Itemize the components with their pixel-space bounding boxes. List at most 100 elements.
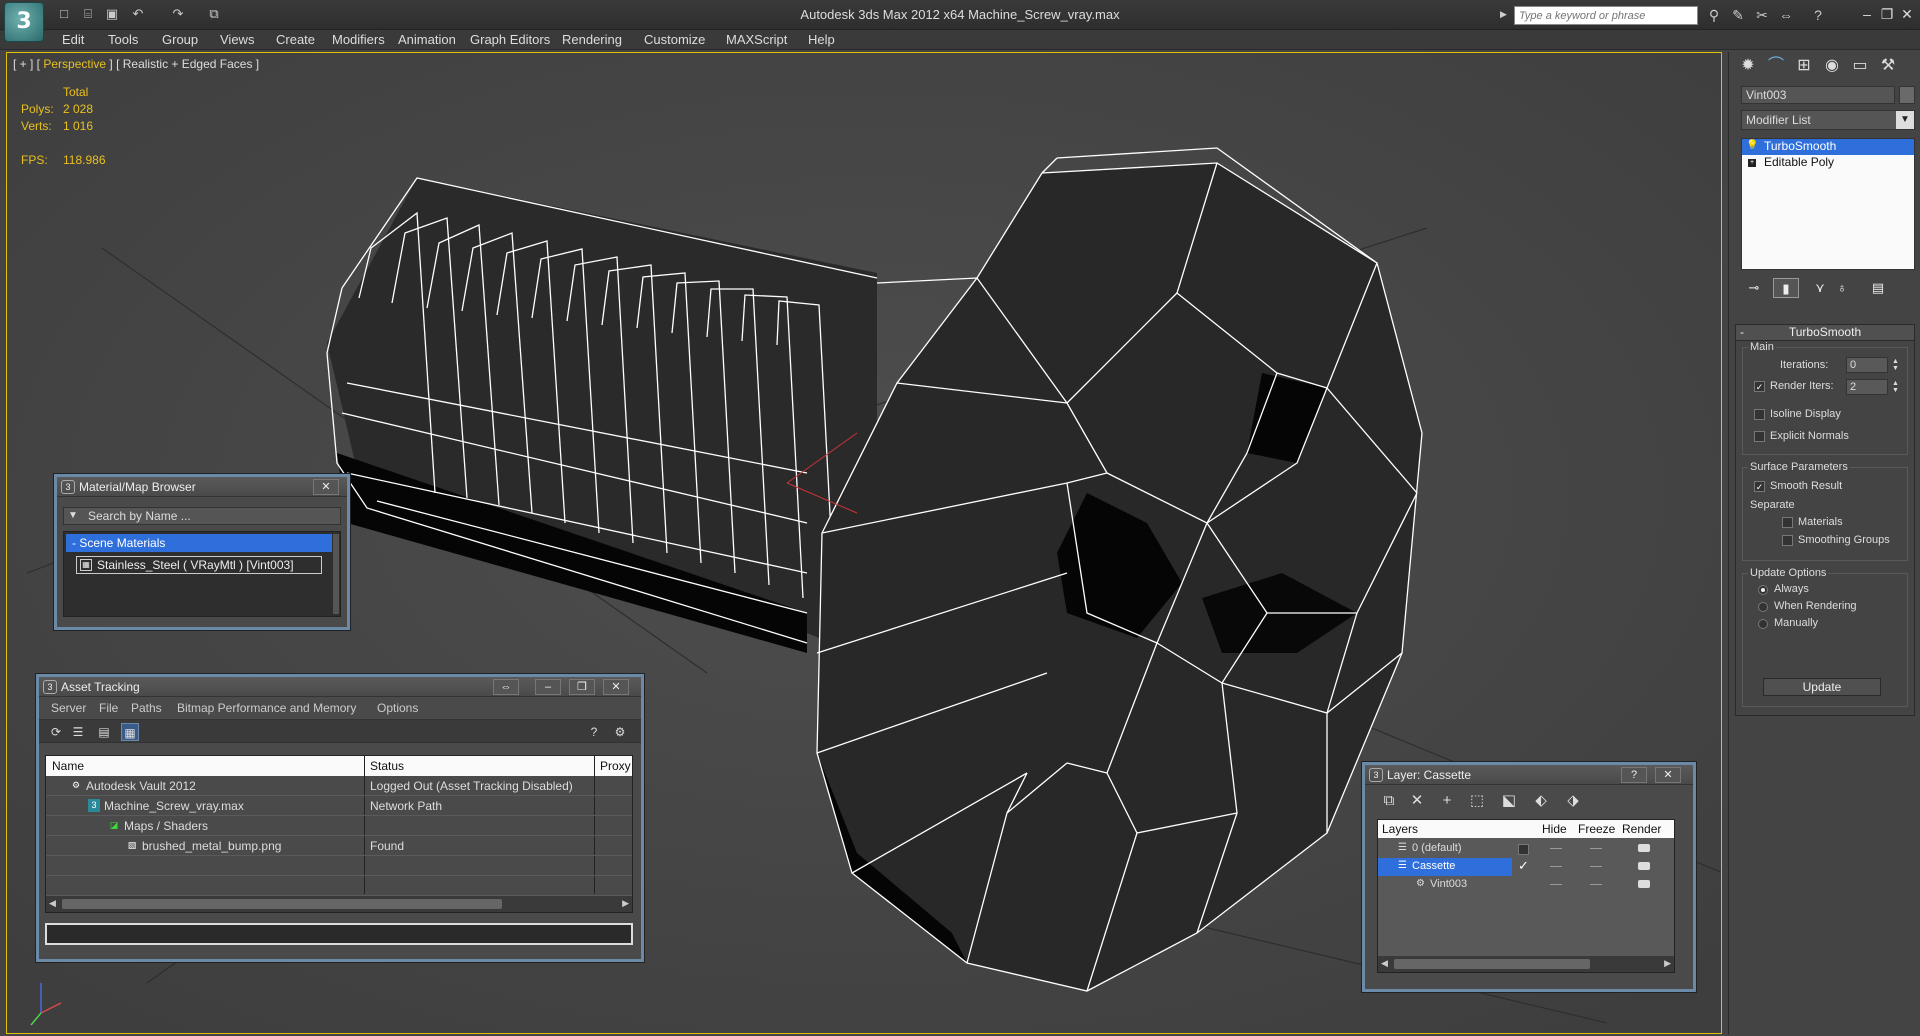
update-when-rendering-radio[interactable] [1758, 602, 1768, 612]
help-icon[interactable]: ? [585, 723, 603, 741]
menu-modifiers[interactable]: Modifiers [332, 32, 385, 47]
material-list[interactable]: - Scene Materials ▦ Stainless_Steel ( VR… [63, 531, 341, 617]
menu-animation[interactable]: Animation [398, 32, 456, 47]
render-iters-spinner-arrows[interactable]: ▲ ▼ [1892, 380, 1899, 394]
freeze-all-icon[interactable]: ⬗ [1563, 791, 1583, 811]
restore-icon[interactable]: ❐ [1876, 5, 1898, 23]
asset-table-hscrollbar[interactable]: ◀ ▶ [46, 896, 632, 912]
scroll-left-icon[interactable]: ◀ [1381, 958, 1388, 969]
menu-customize[interactable]: Customize [644, 32, 705, 47]
at-menu-file[interactable]: File [99, 701, 118, 715]
asset-table[interactable]: Name Status Proxy ⚙ Autodesk Vault 2012 … [45, 755, 633, 913]
at-menu-options[interactable]: Options [377, 701, 418, 715]
at-menu-server[interactable]: Server [51, 701, 86, 715]
scroll-left-icon[interactable]: ◀ [49, 898, 56, 909]
menu-create[interactable]: Create [276, 32, 315, 47]
options-dropdown-icon[interactable]: ▼ [68, 510, 78, 521]
at-menu-paths[interactable]: Paths [131, 701, 162, 715]
material-browser-titlebar[interactable]: 3 Material/Map Browser ✕ [57, 477, 347, 497]
layer-table-hscrollbar[interactable]: ◀ ▶ [1378, 956, 1674, 972]
update-manually-radio[interactable] [1758, 619, 1768, 629]
object-name-field[interactable]: Vint003 [1741, 86, 1895, 104]
show-end-result-icon[interactable]: ▮ [1773, 278, 1799, 298]
stack-item-turbosmooth[interactable]: 💡 TurboSmooth [1742, 139, 1914, 155]
current-layer-checkbox[interactable] [1518, 844, 1529, 855]
object-color-swatch[interactable] [1899, 86, 1915, 104]
select-objects-icon[interactable]: ⬚ [1467, 791, 1487, 811]
configure-sets-icon[interactable]: ▤ [1865, 278, 1891, 298]
scroll-right-icon[interactable]: ▶ [1664, 958, 1671, 969]
binoculars-icon[interactable]: ⚲ [1704, 6, 1724, 24]
viewport-label-menu[interactable]: [ + ] [ [13, 57, 43, 71]
scene-materials-group[interactable]: - Scene Materials [66, 534, 332, 552]
layer-row[interactable]: ☰ 0 (default) [1378, 840, 1674, 858]
modifier-list-dropdown[interactable]: Modifier List ▼ [1741, 110, 1915, 130]
swap-icon[interactable]: ⇔ [1776, 6, 1796, 24]
help-icon[interactable]: ? [1808, 6, 1828, 24]
minimize-icon[interactable]: – [535, 679, 561, 695]
turbosmooth-rollout-title[interactable]: - TurboSmooth [1736, 325, 1914, 341]
close-icon[interactable]: ✕ [313, 479, 339, 495]
maximize-icon[interactable]: ❐ [569, 679, 595, 695]
checkmark-icon[interactable]: ✓ [1518, 858, 1529, 874]
column-layers[interactable]: Layers [1382, 822, 1418, 836]
hide-toggle[interactable] [1550, 848, 1562, 849]
explicit-normals-checkbox[interactable] [1754, 431, 1765, 442]
expand-plus-icon[interactable]: + [1748, 159, 1756, 167]
menu-edit[interactable]: Edit [62, 32, 84, 47]
scroll-thumb[interactable] [62, 899, 502, 909]
table-row[interactable]: ⚙ Autodesk Vault 2012 Logged Out (Asset … [46, 776, 632, 796]
asset-path-field[interactable] [45, 923, 633, 945]
render-teapot-icon[interactable] [1638, 862, 1650, 870]
minimize-icon[interactable]: – [1856, 5, 1878, 23]
app-logo-icon[interactable]: 3 [4, 2, 44, 42]
modify-icon[interactable]: ⌒ [1763, 54, 1789, 78]
material-item[interactable]: ▦ Stainless_Steel ( VRayMtl ) [Vint003] [76, 556, 322, 574]
menu-views[interactable]: Views [220, 32, 254, 47]
layer-window-titlebar[interactable]: 3 Layer: Cassette ? ✕ [1365, 765, 1693, 785]
close-icon[interactable]: ✕ [1655, 767, 1681, 783]
table-row[interactable]: ▧ brushed_metal_bump.png Found [46, 836, 632, 856]
menu-graph-editors[interactable]: Graph Editors [470, 32, 550, 47]
hide-all-icon[interactable]: ⬖ [1531, 791, 1551, 811]
viewport-label-view[interactable]: Perspective [43, 57, 106, 71]
dock-icon[interactable]: ⇔ [493, 679, 519, 695]
menu-help[interactable]: Help [808, 32, 835, 47]
menu-rendering[interactable]: Rendering [562, 32, 622, 47]
iterations-spinner[interactable]: 0 [1846, 357, 1888, 373]
column-proxy[interactable]: Proxy [600, 759, 631, 773]
table-row[interactable]: ◪ Maps / Shaders [46, 816, 632, 836]
asset-tracking-titlebar[interactable]: 3 Asset Tracking ⇔ – ❐ ✕ [39, 677, 641, 697]
menu-tools[interactable]: Tools [108, 32, 138, 47]
freeze-toggle[interactable] [1590, 866, 1602, 867]
isoline-display-checkbox[interactable] [1754, 409, 1765, 420]
menu-group[interactable]: Group [162, 32, 198, 47]
render-iters-spinner[interactable]: 2 [1846, 379, 1888, 395]
pin-stack-icon[interactable]: ⊸ [1741, 278, 1767, 298]
add-to-layer-icon[interactable]: + [1437, 791, 1457, 811]
viewport-label-shading[interactable]: ] [ Realistic + Edged Faces ] [106, 57, 259, 71]
utilities-icon[interactable]: ⚒ [1875, 54, 1901, 78]
render-iters-checkbox[interactable]: ✓ [1754, 381, 1765, 392]
scroll-thumb[interactable] [1394, 959, 1590, 969]
material-list-scrollbar[interactable] [333, 534, 339, 614]
column-status[interactable]: Status [370, 759, 404, 773]
scroll-right-icon[interactable]: ▶ [622, 898, 629, 909]
layer-row[interactable]: ☰ Cassette ✓ [1378, 858, 1674, 876]
create-layer-icon[interactable]: ⧉ [1379, 791, 1399, 811]
favorites-icon[interactable]: ✂ [1752, 6, 1772, 24]
freeze-toggle[interactable] [1590, 848, 1602, 849]
close-icon[interactable]: ✕ [603, 679, 629, 695]
column-hide[interactable]: Hide [1542, 822, 1567, 836]
at-menu-bitmap-performance[interactable]: Bitmap Performance and Memory [177, 701, 356, 715]
thumbnail-view-icon[interactable]: ▤ [95, 723, 113, 741]
hierarchy-icon[interactable]: ⊞ [1791, 54, 1817, 78]
hide-toggle[interactable] [1550, 866, 1562, 867]
menu-maxscript[interactable]: MAXScript [726, 32, 787, 47]
expand-arrow-icon[interactable]: ▶ [1500, 9, 1507, 20]
render-teapot-icon[interactable] [1638, 844, 1650, 852]
help-button[interactable]: ? [1621, 767, 1647, 783]
modifier-stack[interactable]: 💡 TurboSmooth + Editable Poly [1741, 138, 1915, 270]
render-teapot-icon[interactable] [1638, 880, 1650, 888]
create-icon[interactable]: ✹ [1735, 54, 1761, 78]
